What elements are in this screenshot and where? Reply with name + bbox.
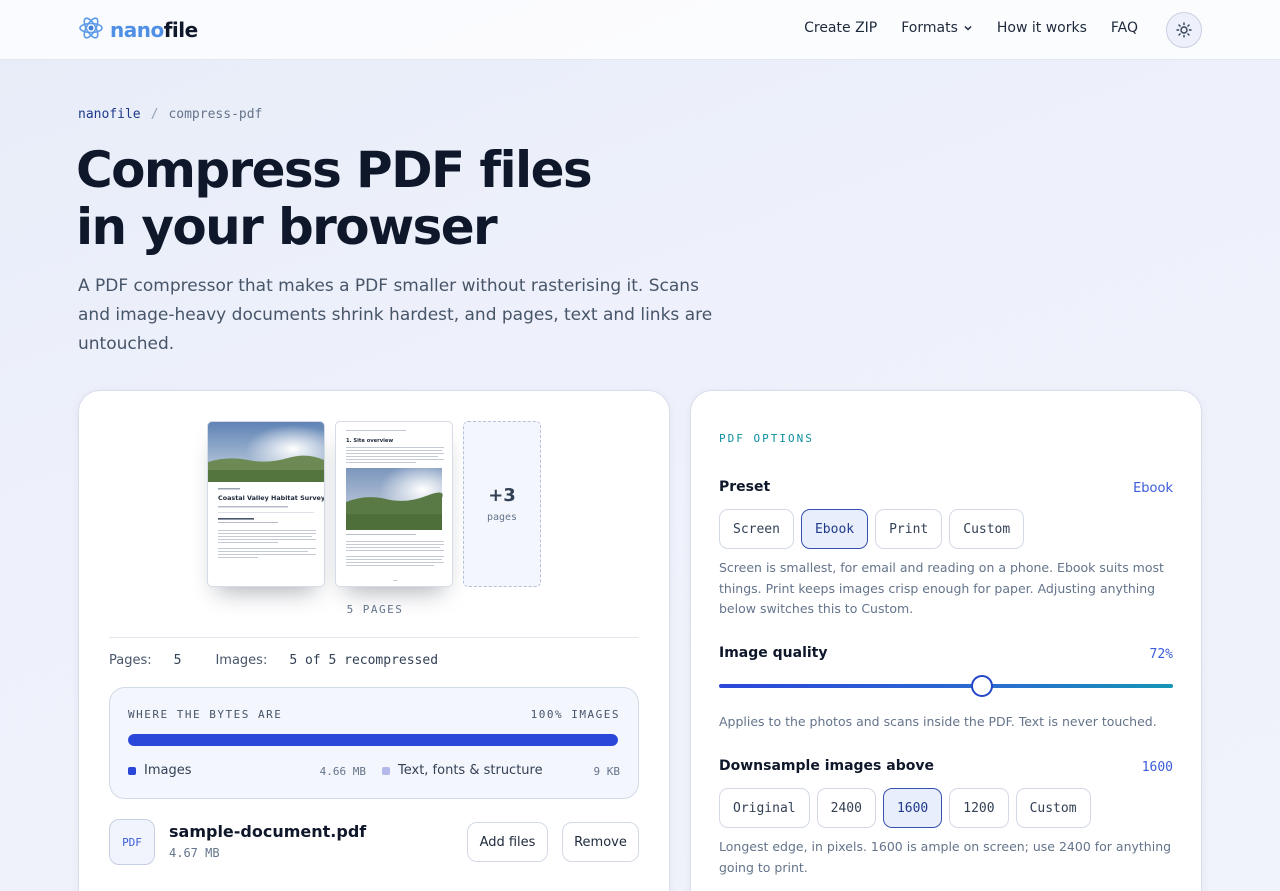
breadcrumb-separator: / — [150, 107, 159, 122]
sun-icon — [1176, 22, 1192, 38]
byte-breakdown-panel: WHERE THE BYTES ARE 100% IMAGES Images 4… — [109, 687, 639, 799]
pages-stat-value: 5 — [173, 653, 182, 668]
page-title-line-2: in your browser — [76, 198, 498, 256]
image-quality-slider[interactable] — [719, 684, 1173, 688]
divider — [109, 637, 639, 638]
downsample-original-option[interactable]: Original — [719, 788, 810, 828]
page-description: A PDF compressor that makes a PDF smalle… — [78, 276, 713, 354]
more-pages-indicator[interactable]: +3 pages — [463, 421, 541, 587]
preset-label: Preset — [719, 479, 771, 495]
image-quality-label: Image quality — [719, 645, 828, 661]
theme-toggle-button[interactable] — [1166, 12, 1202, 48]
more-pages-label: pages — [486, 512, 518, 523]
legend-text-fonts-label: Text, fonts & structure — [398, 763, 543, 778]
downsample-label: Downsample images above — [719, 758, 934, 774]
preset-ebook-option[interactable]: Ebook — [800, 509, 869, 549]
file-name: sample-document.pdf — [169, 822, 367, 841]
downsample-custom-option[interactable]: Custom — [1015, 788, 1091, 828]
page-2-heading-text: 1. Site overview — [346, 438, 393, 444]
legend-images-swatch — [128, 766, 136, 775]
downsample-1600-option[interactable]: 1600 — [882, 788, 943, 828]
page-thumbnail-2-image: 1. Site overview — [346, 430, 444, 581]
images-stat-value: 5 of 5 recompressed — [289, 653, 439, 668]
options-section-title: PDF OPTIONS — [719, 432, 814, 445]
legend-text-fonts-size: 9 KB — [593, 765, 621, 778]
byte-breakdown-title: WHERE THE BYTES ARE — [128, 708, 283, 721]
add-files-button[interactable]: Add files — [467, 822, 548, 862]
nav-formats[interactable]: Formats — [901, 20, 973, 36]
byte-breakdown-bar — [128, 734, 618, 746]
preset-custom-option[interactable]: Custom — [949, 509, 1025, 549]
legend-images: Images 4.66 MB — [128, 763, 366, 778]
byte-breakdown-percent: 100% IMAGES — [530, 708, 620, 721]
image-quality-value: 72% — [1149, 647, 1173, 662]
file-stats: Pages: 5 Images: 5 of 5 recompressed — [109, 653, 472, 668]
nav-how-it-works[interactable]: How it works — [997, 20, 1087, 36]
page-thumbnails: Coastal Valley Habitat Survey 1. Site ov… — [207, 421, 547, 591]
file-preview-card: Coastal Valley Habitat Survey 1. Site ov… — [78, 390, 670, 891]
atom-logo-icon — [78, 15, 104, 45]
logo[interactable]: nanofile — [78, 16, 198, 44]
page-thumbnail-1[interactable]: Coastal Valley Habitat Survey — [207, 421, 325, 587]
legend-images-label: Images — [144, 763, 192, 778]
file-size: 4.67 MB — [169, 846, 220, 860]
downsample-options: Original 2400 1600 1200 Custom — [719, 788, 1091, 828]
more-pages-count: +3 — [488, 485, 516, 506]
logo-text: nanofile — [110, 18, 198, 42]
breadcrumb: nanofile / compress-pdf — [78, 107, 262, 122]
top-bar: nanofile Create ZIP Formats How it works… — [0, 0, 1280, 60]
byte-breakdown-bar-fill — [128, 734, 618, 746]
downsample-value: 1600 — [1141, 760, 1173, 775]
images-stat-label: Images: — [215, 653, 268, 668]
breadcrumb-current: compress-pdf — [168, 107, 263, 122]
preset-help-text: Screen is smallest, for email and readin… — [719, 560, 1164, 616]
pages-stat-label: Pages: — [109, 653, 152, 668]
chevron-down-icon — [964, 25, 972, 31]
downsample-1200-option[interactable]: 1200 — [949, 788, 1009, 828]
page-thumbnail-2[interactable]: 1. Site overview — [335, 421, 453, 587]
legend-images-size: 4.66 MB — [319, 765, 366, 778]
downsample-2400-option[interactable]: 2400 — [816, 788, 876, 828]
preset-screen-option[interactable]: Screen — [719, 509, 794, 549]
nav-create-zip[interactable]: Create ZIP — [804, 20, 877, 36]
remove-button[interactable]: Remove — [562, 822, 639, 862]
preset-options: Screen Ebook Print Custom — [719, 509, 1025, 549]
preset-print-option[interactable]: Print — [875, 509, 943, 549]
image-quality-help-text: Applies to the photos and scans inside t… — [719, 714, 1157, 729]
pdf-options-card: PDF OPTIONS Preset Ebook Screen Ebook Pr… — [690, 390, 1202, 891]
page-title: Compress PDF files in your browser — [76, 142, 776, 256]
page-title-line-1: Compress PDF files — [76, 141, 593, 199]
preset-value: Ebook — [1133, 481, 1173, 496]
image-quality-slider-thumb[interactable] — [971, 675, 994, 697]
legend-text-fonts: Text, fonts & structure 9 KB — [382, 763, 620, 778]
legend-text-fonts-swatch — [382, 766, 390, 775]
page-count-label: 5 PAGES — [346, 603, 404, 616]
nav-formats-label: Formats — [901, 20, 958, 36]
downsample-help-text: Longest edge, in pixels. 1600 is ample o… — [719, 839, 1172, 875]
breadcrumb-home-link[interactable]: nanofile — [78, 107, 141, 122]
main-nav: Create ZIP Formats How it works FAQ — [804, 20, 1138, 36]
nav-faq[interactable]: FAQ — [1111, 20, 1138, 36]
page-thumbnail-1-image: Coastal Valley Habitat Survey — [208, 422, 325, 558]
page-1-title-text: Coastal Valley Habitat Survey — [218, 494, 325, 502]
pdf-file-icon: PDF — [109, 819, 155, 865]
